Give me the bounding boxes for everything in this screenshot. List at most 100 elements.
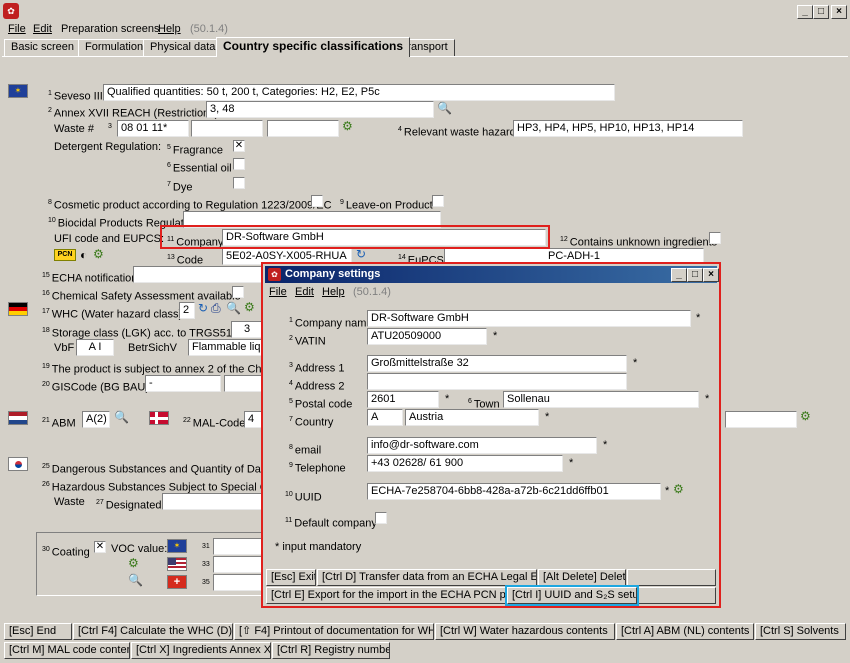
maximize-button[interactable]: □ <box>813 5 829 19</box>
footer-calc-whc-button[interactable]: [Ctrl F4] Calculate the WHC (D) <box>73 623 233 640</box>
annex-field[interactable]: 3, 48 <box>206 101 434 118</box>
unknown-ingredients-checkbox[interactable] <box>709 232 721 244</box>
menu-edit[interactable]: Edit <box>33 23 52 36</box>
dialog-transfer-button[interactable]: [Ctrl D] Transfer data from an ECHA Lega… <box>317 569 537 586</box>
footer-registry-button[interactable]: [Ctrl R] Registry numbers <box>272 642 390 659</box>
refresh-icon[interactable]: ↻ <box>198 301 208 315</box>
essential-oil-checkbox[interactable] <box>233 158 245 170</box>
default-company-checkbox[interactable] <box>375 512 387 524</box>
dialog-menu-edit[interactable]: Edit <box>295 286 314 299</box>
voc-field-35[interactable] <box>213 574 263 591</box>
dialog-menu-file[interactable]: File <box>269 286 287 299</box>
footer-abm-button[interactable]: [Ctrl A] ABM (NL) contents <box>616 623 754 640</box>
default-company-label: 11 Default company <box>285 517 377 530</box>
coating-checkbox[interactable]: ✕ <box>94 541 106 553</box>
menu-help-label: Help <box>158 23 181 35</box>
search-icon[interactable]: 🔍 <box>114 410 129 424</box>
menu-help[interactable]: Help <box>158 23 181 36</box>
dialog-delete-button[interactable]: [Alt Delete] Delete <box>538 569 626 586</box>
telephone-field[interactable]: +43 02628/ 61 900 <box>367 455 563 472</box>
address2-field[interactable] <box>367 373 627 390</box>
leave-on-checkbox[interactable] <box>432 195 444 207</box>
germany-flag-icon <box>8 302 28 316</box>
voc-field-33[interactable] <box>213 556 263 573</box>
waste-code-field-3[interactable] <box>267 120 339 137</box>
vbf-field[interactable]: A I <box>76 339 114 356</box>
seveso-field[interactable]: Qualified quantities: 50 t, 200 t, Categ… <box>103 84 615 101</box>
right-code-field[interactable] <box>725 411 797 428</box>
designated-field[interactable] <box>162 493 262 510</box>
menu-preparation-screens[interactable]: Preparation screens <box>61 23 159 36</box>
voc-field-31[interactable] <box>213 538 263 555</box>
footer-water-contents-button[interactable]: [Ctrl W] Water hazardous contents <box>435 623 615 640</box>
denmark-flag-icon <box>149 411 169 425</box>
postal-code-label: 5 Postal code <box>289 398 353 411</box>
vatin-label: 2 VATIN <box>289 335 326 348</box>
gear-icon[interactable]: ⚙ <box>128 556 139 570</box>
footer-printout-button[interactable]: [⇧ F4] Printout of documentation for WHC <box>234 623 434 640</box>
pcn-logo-icon: PCN <box>54 249 76 261</box>
hazards-field[interactable]: HP3, HP4, HP5, HP10, HP13, HP14 <box>513 120 743 137</box>
refresh-icon[interactable]: ↻ <box>356 247 366 261</box>
search-icon[interactable]: 🔍 <box>437 101 452 115</box>
required-marker: * <box>696 312 701 324</box>
gear-icon[interactable]: ⚙ <box>244 300 255 314</box>
required-marker: * <box>603 439 608 451</box>
tab-country-specific[interactable]: Country specific classifications <box>216 37 411 57</box>
fragrance-label: 5 Fragrance <box>167 144 224 157</box>
search-icon[interactable]: 🔍 <box>128 573 143 587</box>
tab-physical-data[interactable]: Physical data <box>143 39 223 56</box>
required-marker: * <box>493 330 498 342</box>
fragrance-checkbox[interactable]: ✕ <box>233 140 245 152</box>
address1-field[interactable]: Großmittelstraße 32 <box>367 355 627 372</box>
waste-code-field[interactable]: 08 01 11* <box>117 120 189 137</box>
company-name-field[interactable]: DR-Software GmbH <box>367 310 691 327</box>
gis-field[interactable]: - <box>145 375 221 392</box>
close-button[interactable]: × <box>831 5 847 19</box>
dialog-close-button[interactable]: × <box>703 268 719 282</box>
footer-end-button[interactable]: [Esc] End <box>4 623 72 640</box>
csa-checkbox[interactable] <box>232 286 244 298</box>
cosmetic-checkbox[interactable] <box>311 195 323 207</box>
gear-icon[interactable]: ⚙ <box>342 119 353 133</box>
postal-code-field[interactable]: 2601 <box>367 391 439 408</box>
dialog-menu-help[interactable]: Help <box>322 286 345 299</box>
gear-icon[interactable]: ⚙ <box>93 247 104 261</box>
email-field[interactable]: info@dr-software.com <box>367 437 597 454</box>
tab-basic-screen[interactable]: Basic screen <box>4 39 81 56</box>
waste-code-field-2[interactable] <box>191 120 263 137</box>
abm-field[interactable]: A(2) <box>82 411 110 428</box>
gear-icon[interactable]: ⚙ <box>673 482 684 496</box>
gear-icon[interactable]: ⚙ <box>800 409 811 423</box>
printer-icon[interactable]: ⎙ <box>211 301 221 315</box>
footer-annex17-button[interactable]: [Ctrl X] Ingredients Annex XVII <box>131 642 271 659</box>
dialog-exit-button[interactable]: [Esc] Exit <box>266 569 316 586</box>
dialog-app-icon: ✿ <box>268 268 281 281</box>
dye-label: 7 Dye <box>167 181 193 194</box>
search-icon[interactable]: 🔍 <box>226 301 241 315</box>
dialog-export-button[interactable]: [Ctrl E] Export for the import in the EC… <box>266 587 506 604</box>
gis-field-2[interactable] <box>224 375 264 392</box>
menu-edit-label: Edit <box>33 23 52 35</box>
dye-checkbox[interactable] <box>233 177 245 189</box>
country-code-field[interactable]: A <box>367 409 403 426</box>
country-name-field[interactable]: Austria <box>405 409 539 426</box>
echa-notification-field[interactable] <box>133 266 263 283</box>
menu-file[interactable]: File <box>8 23 26 36</box>
address2-label: 4 Address 2 <box>289 380 345 393</box>
minimize-button[interactable]: _ <box>797 5 813 19</box>
betrsichv-field[interactable]: Flammable liquid <box>188 339 263 356</box>
footer-solvents-button[interactable]: [Ctrl S] Solvents <box>755 623 846 640</box>
town-field[interactable]: Sollenau <box>503 391 699 408</box>
dialog-maximize-button[interactable]: □ <box>687 268 703 282</box>
ufi-label: UFI code and EUPCS: <box>54 233 165 245</box>
whc-field[interactable]: 2 <box>179 302 195 319</box>
vatin-field[interactable]: ATU20509000 <box>367 328 487 345</box>
dialog-blank-button-2 <box>638 587 716 604</box>
uuid-field[interactable]: ECHA-7e258704-6bb8-428a-a72b-6c21dd6ffb0… <box>367 483 661 500</box>
dialog-minimize-button[interactable]: _ <box>671 268 687 282</box>
globe-icon[interactable]: ◐ <box>80 248 87 262</box>
lgk-field[interactable]: 3 <box>231 321 263 338</box>
footer-mal-button[interactable]: [Ctrl M] MAL code contents <box>4 642 130 659</box>
tab-formulation[interactable]: Formulation <box>78 39 151 56</box>
